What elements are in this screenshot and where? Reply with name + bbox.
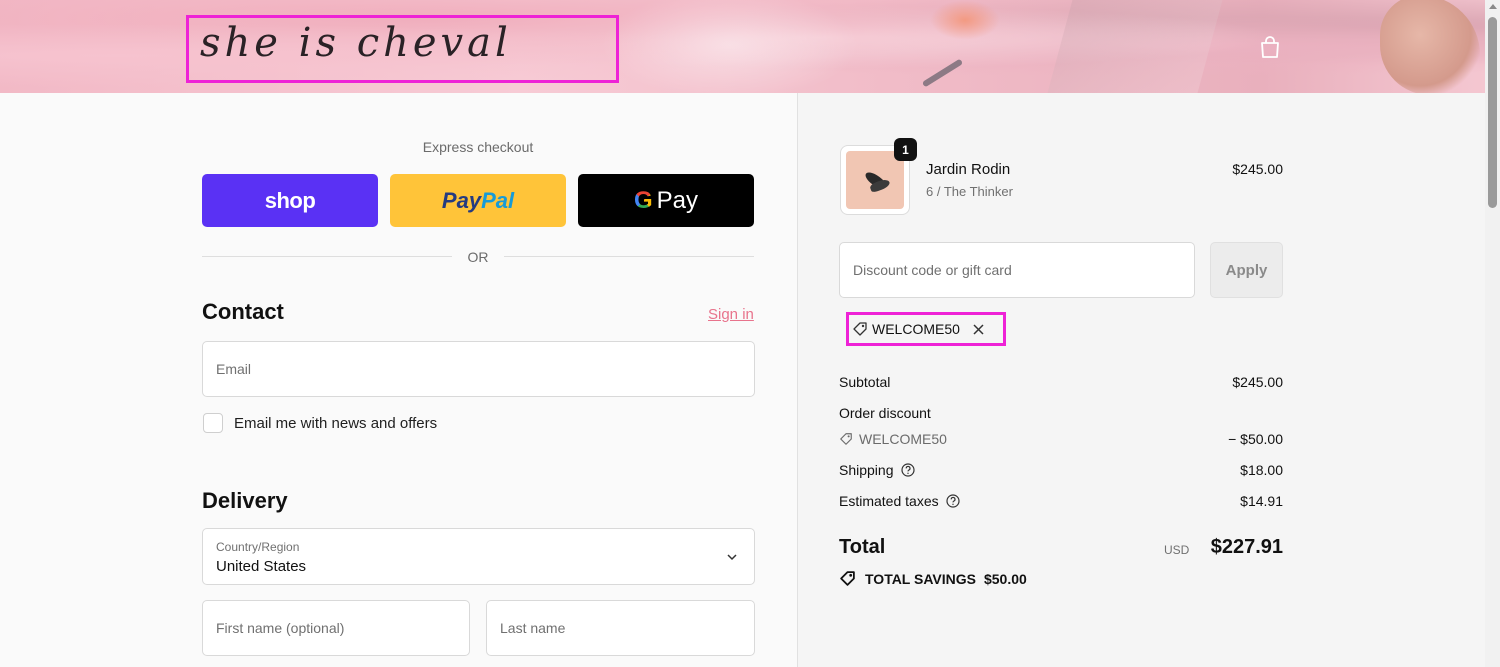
tag-icon	[840, 433, 852, 445]
order-discount-code: WELCOME50	[839, 431, 947, 447]
newsletter-label: Email me with news and offers	[234, 415, 438, 432]
chevron-down-icon	[727, 554, 737, 561]
tag-icon	[853, 322, 867, 336]
or-divider-left	[202, 256, 452, 257]
discount-code-placeholder: Discount code or gift card	[853, 262, 1012, 278]
first-name-placeholder: First name (optional)	[216, 620, 345, 636]
banner-decoration	[600, 0, 860, 93]
shipping-row-label: Shipping	[839, 462, 915, 478]
order-summary-column: Jardin Rodin 6 / The Thinker $245.00 Dis…	[798, 93, 1485, 667]
email-field[interactable]: Email	[202, 341, 755, 397]
apply-discount-button[interactable]: Apply	[1210, 242, 1283, 298]
last-name-field[interactable]: Last name	[486, 600, 755, 656]
remove-discount-close-icon[interactable]	[972, 323, 985, 336]
google-pay-label: Pay	[656, 186, 699, 214]
delivery-heading: Delivery	[202, 488, 288, 513]
scroll-up-arrow-icon[interactable]	[1489, 4, 1497, 9]
country-region-value: United States	[216, 558, 307, 575]
help-circle-icon[interactable]	[946, 494, 960, 508]
product-name: Jardin Rodin	[926, 161, 1011, 178]
newsletter-checkbox[interactable]	[203, 413, 223, 433]
store-logo[interactable]: she is cheval	[200, 20, 512, 66]
or-divider-right	[504, 256, 754, 257]
paypal-label-pay: Pay	[441, 187, 482, 213]
product-price: $245.00	[1232, 161, 1283, 177]
banner-decoration	[1047, 0, 1223, 93]
email-placeholder: Email	[216, 361, 252, 377]
country-region-label: Country/Region	[216, 540, 300, 554]
total-savings: TOTAL SAVINGS $50.00	[839, 570, 1027, 587]
taxes-label: Estimated taxes	[839, 493, 939, 509]
banner-decoration	[921, 58, 964, 88]
first-name-field[interactable]: First name (optional)	[202, 600, 470, 656]
checkout-form-column: Express checkout shop Pay Pal G Pay OR Con…	[0, 93, 797, 667]
total-label: Total	[839, 536, 886, 558]
express-checkout-label: Express checkout	[422, 139, 534, 155]
shopping-bag-icon[interactable]	[1259, 35, 1281, 59]
shop-pay-label: shop	[264, 187, 316, 213]
google-g-icon: G	[633, 186, 653, 214]
sign-in-link[interactable]: Sign in	[708, 306, 754, 323]
product-variant: 6 / The Thinker	[926, 184, 1013, 199]
shipping-label: Shipping	[839, 462, 894, 478]
scrollbar-thumb[interactable]	[1488, 17, 1497, 208]
taxes-value: $14.91	[1240, 493, 1283, 509]
help-circle-icon[interactable]	[900, 463, 915, 477]
tag-icon	[840, 571, 855, 586]
taxes-row-label: Estimated taxes	[839, 493, 960, 509]
or-divider-text: OR	[467, 249, 489, 265]
order-discount-code-text: WELCOME50	[859, 431, 947, 447]
total-value: $227.91	[1210, 536, 1283, 558]
shipping-value: $18.00	[1240, 462, 1283, 478]
total-currency: USD	[1164, 543, 1190, 557]
page-scrollbar[interactable]	[1485, 0, 1500, 667]
contact-heading: Contact	[202, 299, 284, 324]
total-savings-label: TOTAL SAVINGS	[865, 570, 976, 587]
order-discount-value: − $50.00	[1228, 431, 1283, 447]
paypal-button[interactable]: Pay Pal	[390, 174, 566, 227]
subtotal-label: Subtotal	[839, 374, 891, 390]
discount-code-input[interactable]: Discount code or gift card	[839, 242, 1195, 298]
applied-code-text: WELCOME50	[872, 321, 960, 337]
shop-pay-button[interactable]: shop	[202, 174, 378, 227]
google-pay-button[interactable]: G Pay	[578, 174, 754, 227]
total-savings-value: $50.00	[983, 570, 1027, 587]
banner-decoration	[930, 0, 1000, 40]
paypal-label-pal: Pal	[481, 187, 515, 213]
order-discount-label: Order discount	[839, 405, 931, 421]
country-region-select[interactable]: Country/Region United States	[202, 528, 755, 585]
last-name-placeholder: Last name	[500, 620, 566, 636]
subtotal-value: $245.00	[1232, 374, 1283, 390]
applied-discount-chip: WELCOME50	[852, 318, 985, 340]
banner-decoration	[1380, 0, 1480, 93]
quantity-badge: 1	[894, 138, 917, 161]
